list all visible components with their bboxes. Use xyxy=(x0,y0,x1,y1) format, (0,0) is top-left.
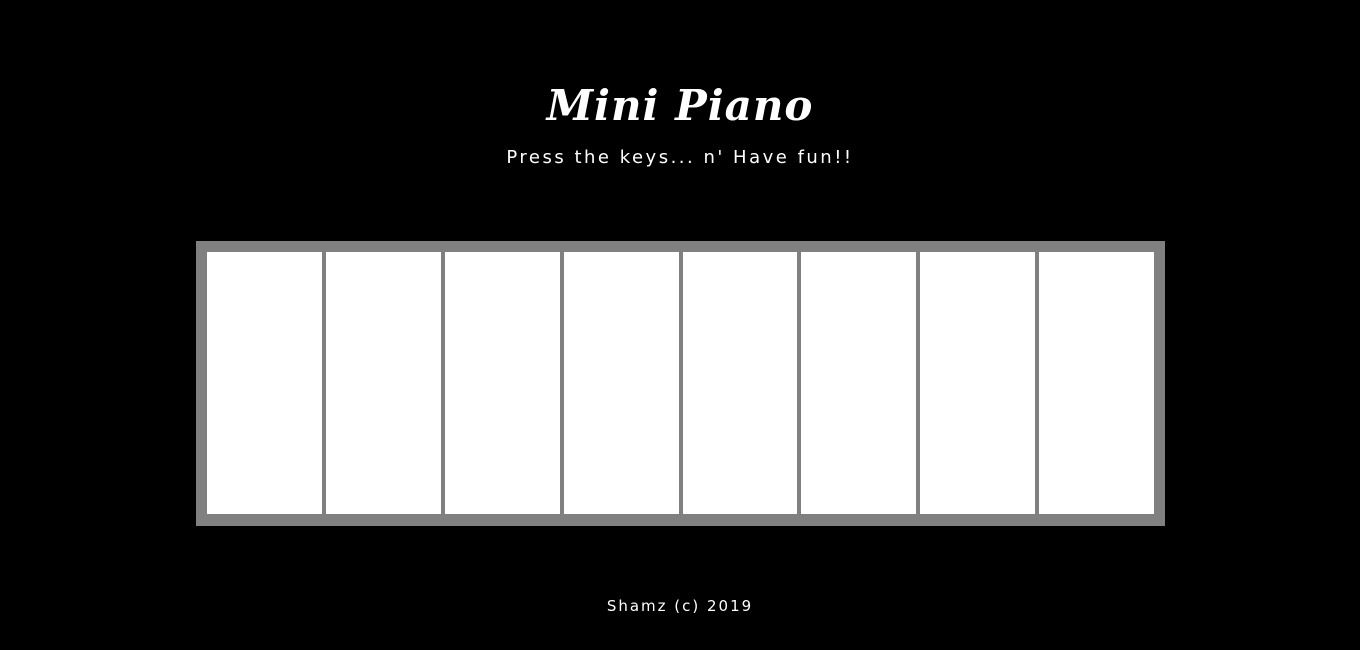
page-subtitle: Press the keys... n' Have fun!! xyxy=(506,147,854,168)
page: Mini Piano Press the keys... n' Have fun… xyxy=(0,0,1360,650)
page-title: Mini Piano xyxy=(546,81,814,130)
piano-keyboard xyxy=(196,241,1165,526)
piano-key-7[interactable] xyxy=(920,252,1036,514)
piano-key-2[interactable] xyxy=(325,252,441,514)
piano-key-3[interactable] xyxy=(444,252,560,514)
piano-key-5[interactable] xyxy=(682,252,798,514)
piano-key-8[interactable] xyxy=(1039,252,1154,514)
footer-copyright: Shamz (c) 2019 xyxy=(606,597,754,615)
piano-key-4[interactable] xyxy=(563,252,679,514)
piano-key-1[interactable] xyxy=(207,252,322,514)
piano-key-6[interactable] xyxy=(801,252,917,514)
